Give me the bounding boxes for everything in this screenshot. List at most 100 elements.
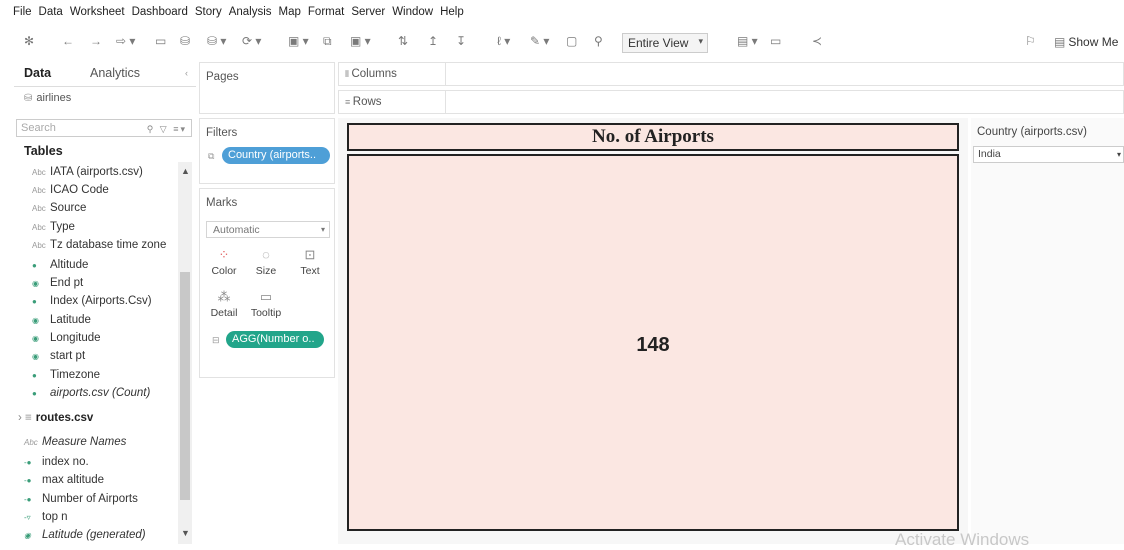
- rows-icon: ≡: [345, 97, 353, 107]
- search-input[interactable]: Search ⚲ ▽ ≡▾: [16, 119, 192, 137]
- country-filter-dropdown[interactable]: India ▾: [973, 146, 1124, 163]
- field-label: Tz database time zone: [50, 239, 167, 251]
- menu-analysis[interactable]: Analysis: [229, 6, 272, 26]
- new-sheet-icon[interactable]: ⛁ ▾: [207, 34, 226, 48]
- labels-icon[interactable]: ▢: [566, 34, 577, 48]
- swap-icon[interactable]: ⇅: [398, 34, 408, 48]
- collapse-pane-icon[interactable]: ‹: [185, 68, 188, 78]
- search-filter-icons[interactable]: ⚲ ▽ ≡▾: [147, 121, 187, 137]
- field-item[interactable]: ● Altitude: [32, 259, 88, 271]
- kpi-card[interactable]: 148: [347, 154, 959, 531]
- field-item[interactable]: Abc Tz database time zone: [32, 239, 166, 251]
- detail-button[interactable]: ⁂ Detail: [206, 289, 242, 319]
- tooltip-label: Tooltip: [250, 307, 282, 319]
- pin-icon[interactable]: ⚲: [594, 34, 603, 48]
- tooltip-icon[interactable]: ⚐: [1025, 34, 1036, 48]
- filter-pill-country[interactable]: Country (airports..: [222, 147, 330, 164]
- field-item[interactable]: -● max altitude: [24, 474, 104, 486]
- columns-shelf[interactable]: ⦀ Columns: [338, 62, 1124, 86]
- sort-desc-icon[interactable]: ↧: [456, 34, 466, 48]
- undo-icon[interactable]: ←: [62, 34, 74, 48]
- chevron-down-icon: ▾: [1116, 150, 1121, 159]
- fit-mode-dropdown[interactable]: Entire View ▾: [622, 33, 708, 53]
- tab-analytics[interactable]: Analytics: [90, 66, 140, 80]
- clear-sheet-icon[interactable]: ▣ ▾: [350, 34, 371, 48]
- size-icon: ◌: [262, 247, 270, 262]
- field-item[interactable]: Abc Type: [32, 221, 75, 233]
- measure-icon: -▿: [24, 512, 31, 522]
- shelf-divider: [445, 63, 446, 85]
- duplicate-icon[interactable]: ⧉: [323, 34, 332, 49]
- tooltip-button[interactable]: ▭ Tooltip: [248, 289, 284, 319]
- scroll-down-icon[interactable]: ▼: [181, 528, 190, 538]
- field-item[interactable]: Abc Measure Names: [24, 436, 126, 448]
- field-item[interactable]: ◉ End pt: [32, 277, 83, 289]
- field-item[interactable]: ● airports.csv (Count): [32, 387, 150, 399]
- color-button[interactable]: ⁘ Color: [206, 247, 242, 277]
- menu-help[interactable]: Help: [440, 6, 464, 26]
- measure-icon: ●: [32, 370, 37, 380]
- datasource-item[interactable]: ⛁ airlines: [24, 92, 71, 104]
- field-item[interactable]: ● Timezone: [32, 369, 100, 381]
- sort-asc-icon[interactable]: ↥: [428, 34, 438, 48]
- field-item[interactable]: Abc ICAO Code: [32, 184, 109, 196]
- field-item[interactable]: ◉ Latitude (generated): [24, 529, 146, 541]
- filters-shelf[interactable]: Filters ⧉ Country (airports..: [199, 118, 335, 184]
- kpi-value[interactable]: 148: [349, 334, 957, 357]
- menu-story[interactable]: Story: [195, 6, 222, 26]
- save-icon[interactable]: ▭: [155, 34, 166, 48]
- menu-worksheet[interactable]: Worksheet: [70, 6, 125, 26]
- scroll-up-icon[interactable]: ▲: [181, 166, 190, 176]
- cards-icon[interactable]: ▤ ▾: [737, 34, 758, 48]
- menu-file[interactable]: File: [13, 6, 32, 26]
- marks-card: Marks Automatic ▾ ⁘ Color ◌ Size ⊡ Text ⁂ De…: [199, 188, 335, 378]
- field-label: IATA (airports.csv): [50, 166, 143, 178]
- viz-title[interactable]: No. of Airports: [347, 123, 959, 151]
- tab-data[interactable]: Data: [24, 66, 51, 80]
- menu-format[interactable]: Format: [308, 6, 344, 26]
- pen-icon[interactable]: ✎ ▾: [530, 34, 549, 48]
- field-item[interactable]: ● Index (Airports.Csv): [32, 295, 152, 307]
- show-me-icon: ▤: [1054, 35, 1066, 49]
- menu-dashboard[interactable]: Dashboard: [132, 6, 188, 26]
- menu-data[interactable]: Data: [39, 6, 63, 26]
- field-item[interactable]: -● Number of Airports: [24, 493, 138, 505]
- marks-pill-measure[interactable]: AGG(Number o..: [226, 331, 324, 348]
- tableau-logo-icon[interactable]: ✻: [24, 34, 34, 48]
- field-item[interactable]: ◉ Longitude: [32, 332, 101, 344]
- replay-icon[interactable]: ⇨ ▾: [116, 34, 135, 48]
- text-button[interactable]: ⊡ Text: [292, 247, 328, 277]
- field-item[interactable]: Abc Source: [32, 202, 86, 214]
- field-item[interactable]: Abc IATA (airports.csv): [32, 166, 143, 178]
- field-item[interactable]: -▿ top n: [24, 511, 68, 523]
- field-item[interactable]: ◉ Latitude: [32, 314, 91, 326]
- presentation-icon[interactable]: ▭: [770, 34, 781, 48]
- menu-server[interactable]: Server: [351, 6, 385, 26]
- menu-window[interactable]: Window: [392, 6, 433, 26]
- field-label: Altitude: [50, 259, 89, 271]
- scroll-thumb[interactable]: [180, 272, 190, 500]
- new-worksheet-icon[interactable]: ▣ ▾: [288, 34, 309, 48]
- size-button[interactable]: ◌ Size: [248, 247, 284, 277]
- geo-icon: ◉: [24, 530, 31, 540]
- field-item[interactable]: -● index no.: [24, 456, 89, 468]
- field-item[interactable]: ◉ start pt: [32, 350, 85, 362]
- routes-table-item[interactable]: › ≡ routes.csv: [18, 412, 93, 424]
- color-icon: ⁘: [218, 247, 230, 262]
- expand-chevron-icon[interactable]: › ≡: [18, 412, 32, 424]
- new-datasource-icon[interactable]: ⛁: [180, 34, 190, 48]
- share-icon[interactable]: ≺: [812, 34, 822, 48]
- menu-map[interactable]: Map: [279, 6, 301, 26]
- data-pane-scrollbar[interactable]: ▲ ▼: [178, 162, 192, 544]
- redo-icon[interactable]: →: [90, 34, 102, 48]
- field-label: top n: [42, 511, 68, 523]
- datasource-icon: ⛁: [24, 92, 33, 104]
- highlight-icon[interactable]: ℓ ▾: [497, 34, 510, 48]
- rows-shelf[interactable]: ≡ Rows: [338, 90, 1124, 114]
- string-icon: Abc: [32, 222, 46, 232]
- refresh-icon[interactable]: ⟳ ▾: [242, 34, 261, 48]
- geo-icon: ◉: [32, 278, 39, 288]
- pages-shelf[interactable]: Pages: [199, 62, 335, 114]
- show-me-button[interactable]: ▤ Show Me: [1054, 35, 1118, 49]
- mark-type-dropdown[interactable]: Automatic ▾: [206, 221, 330, 238]
